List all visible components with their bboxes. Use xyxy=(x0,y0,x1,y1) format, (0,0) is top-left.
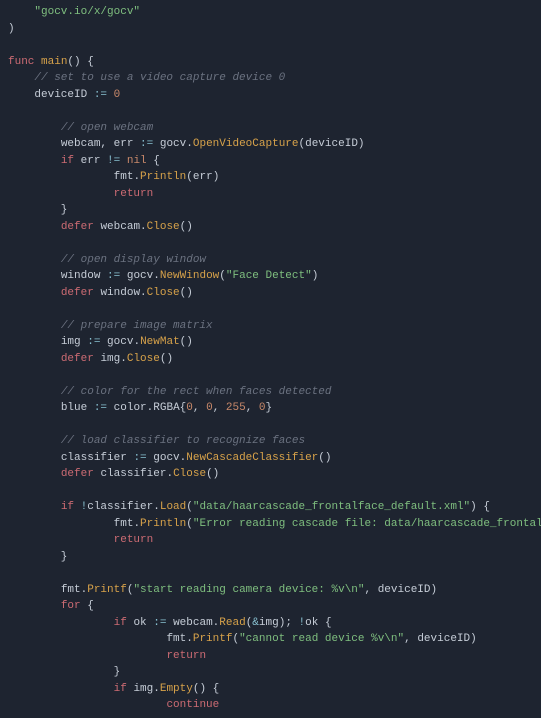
fn-newcascade: NewCascadeClassifier xyxy=(186,452,318,464)
arg-err: err xyxy=(193,171,213,183)
arg-deviceID: deviceID xyxy=(305,138,358,150)
arg-deviceID2: deviceID xyxy=(378,584,431,596)
nil-lit: nil xyxy=(127,155,147,167)
comment-open-webcam: // open webcam xyxy=(61,122,153,134)
ident-ok2: ok xyxy=(305,617,318,629)
kw-if2: if xyxy=(61,501,74,513)
op-assign4: := xyxy=(87,336,100,348)
num-zero: 0 xyxy=(114,89,121,101)
fn-printf2: Printf xyxy=(193,633,233,645)
op-not2: ! xyxy=(299,617,306,629)
op-assign: := xyxy=(94,89,107,101)
ident-err2: err xyxy=(81,155,101,167)
code-block: "gocv.io/x/gocv" ) func main() { // set … xyxy=(0,0,541,718)
type-rgba: RGBA xyxy=(153,402,179,414)
kw-return3: return xyxy=(166,650,206,662)
comment-open-window: // open display window xyxy=(61,254,206,266)
main-fn: main xyxy=(41,56,67,68)
num-r: 0 xyxy=(186,402,193,414)
ident-deviceID: deviceID xyxy=(34,89,87,101)
kw-defer3: defer xyxy=(61,353,94,365)
op-assign3: := xyxy=(107,270,120,282)
fn-close4: Close xyxy=(173,468,206,480)
pkg-fmt: fmt xyxy=(114,171,134,183)
ident-window2: window xyxy=(100,287,140,299)
comment-set-device: // set to use a video capture device 0 xyxy=(34,72,285,84)
kw-return2: return xyxy=(114,534,154,546)
comment-load-classifier: // load classifier to recognize faces xyxy=(61,435,305,447)
op-assign6: := xyxy=(133,452,146,464)
op-amp: & xyxy=(252,617,259,629)
ident-webcam3: webcam xyxy=(173,617,213,629)
str-errcascade: "Error reading cascade file: data/haarca… xyxy=(193,518,541,530)
ident-img3: img xyxy=(133,683,153,695)
ident-err: err xyxy=(114,138,134,150)
fn-openvideocapture: OpenVideoCapture xyxy=(193,138,299,150)
pkg-gocv3: gocv xyxy=(107,336,133,348)
fn-close3: Close xyxy=(127,353,160,365)
pkg-fmt4: fmt xyxy=(166,633,186,645)
fn-newmat: NewMat xyxy=(140,336,180,348)
ident-window: window xyxy=(61,270,101,282)
fn-close: Close xyxy=(147,221,180,233)
kw-continue: continue xyxy=(166,699,219,711)
kw-return: return xyxy=(114,188,154,200)
fn-println: Println xyxy=(140,171,186,183)
str-cannotread: "cannot read device %v\n" xyxy=(239,633,404,645)
ident-blue: blue xyxy=(61,402,87,414)
kw-if3: if xyxy=(114,617,127,629)
op-neq: != xyxy=(107,155,120,167)
kw-if: if xyxy=(61,155,74,167)
fn-newwindow: NewWindow xyxy=(160,270,219,282)
op-assign2: := xyxy=(140,138,153,150)
func-keyword: func xyxy=(8,56,34,68)
fn-empty: Empty xyxy=(160,683,193,695)
kw-defer4: defer xyxy=(61,468,94,480)
str-facedetect: "Face Detect" xyxy=(226,270,312,282)
ident-classifier3: classifier xyxy=(87,501,153,513)
ident-classifier: classifier xyxy=(61,452,127,464)
pkg-gocv2: gocv xyxy=(127,270,153,282)
fn-close2: Close xyxy=(147,287,180,299)
ident-webcam: webcam xyxy=(61,138,101,150)
ident-img2: img xyxy=(100,353,120,365)
fn-load: Load xyxy=(160,501,186,513)
num-a: 0 xyxy=(259,402,266,414)
num-b: 255 xyxy=(226,402,246,414)
comment-prepare-img: // prepare image matrix xyxy=(61,320,213,332)
ident-img: img xyxy=(61,336,81,348)
str-startreading: "start reading camera device: %v\n" xyxy=(133,584,364,596)
op-assign5: := xyxy=(94,402,107,414)
arg-img: img xyxy=(259,617,279,629)
arg-deviceID3: deviceID xyxy=(417,633,470,645)
fn-println2: Println xyxy=(140,518,186,530)
fn-printf: Printf xyxy=(87,584,127,596)
num-g: 0 xyxy=(206,402,213,414)
kw-defer2: defer xyxy=(61,287,94,299)
comment-color-rect: // color for the rect when faces detecte… xyxy=(61,386,332,398)
str-xmlpath: "data/haarcascade_frontalface_default.xm… xyxy=(193,501,470,513)
import-string: "gocv.io/x/gocv" xyxy=(34,6,140,18)
kw-if4: if xyxy=(114,683,127,695)
fn-read: Read xyxy=(219,617,245,629)
kw-defer: defer xyxy=(61,221,94,233)
pkg-fmt2: fmt xyxy=(114,518,134,530)
op-assign7: := xyxy=(153,617,166,629)
kw-for: for xyxy=(61,600,81,612)
pkg-gocv4: gocv xyxy=(153,452,179,464)
pkg-fmt3: fmt xyxy=(61,584,81,596)
ident-classifier2: classifier xyxy=(100,468,166,480)
pkg-gocv: gocv xyxy=(160,138,186,150)
ident-webcam2: webcam xyxy=(100,221,140,233)
ident-ok: ok xyxy=(133,617,146,629)
pkg-color: color xyxy=(114,402,147,414)
